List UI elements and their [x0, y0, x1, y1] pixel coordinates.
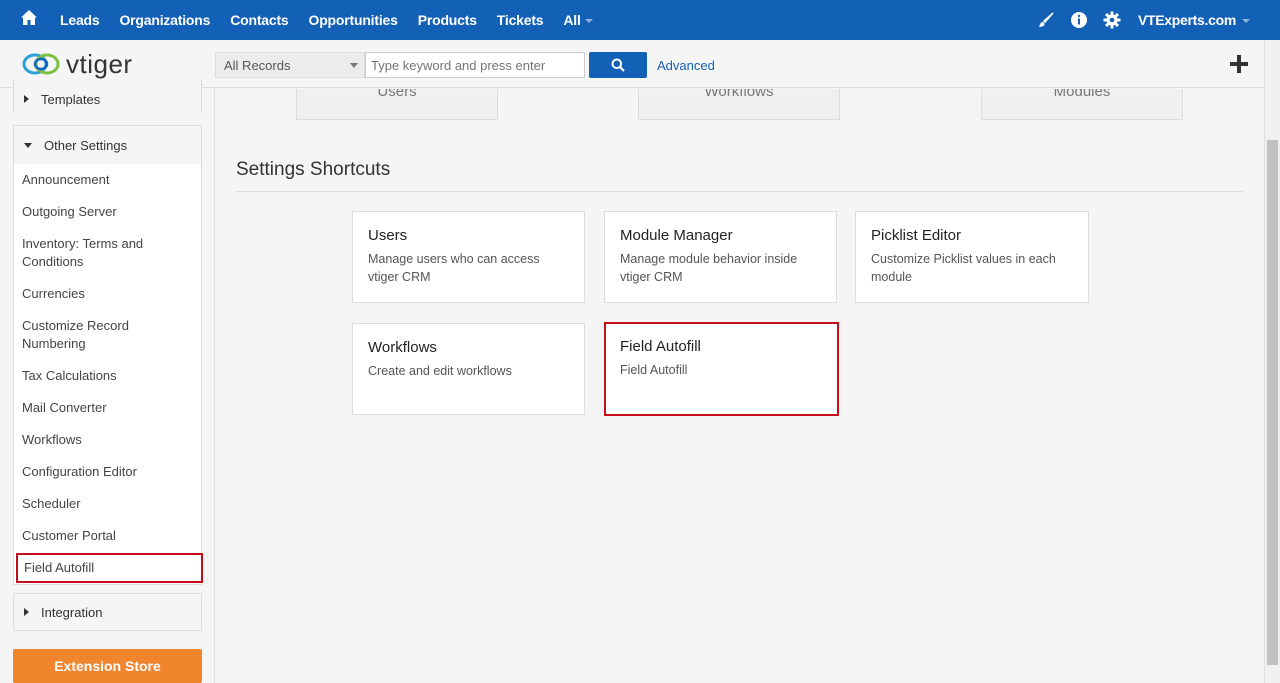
- nav-opportunities[interactable]: Opportunities: [309, 12, 398, 28]
- shortcut-picklist-editor[interactable]: Picklist Editor Customize Picklist value…: [855, 211, 1089, 303]
- nav-right-tools: VTExperts.com: [1023, 0, 1250, 40]
- top-navbar: Leads Organizations Contacts Opportuniti…: [0, 0, 1280, 40]
- nav-products[interactable]: Products: [418, 12, 477, 28]
- nav-contacts[interactable]: Contacts: [230, 12, 288, 28]
- shortcut-description: Field Autofill: [620, 363, 688, 377]
- sidebar-item-inventory-terms[interactable]: Inventory: Terms and Conditions: [22, 235, 172, 271]
- sidebar-item-currencies[interactable]: Currencies: [22, 285, 85, 303]
- gear-icon[interactable]: [1102, 10, 1122, 30]
- shortcut-module-manager[interactable]: Module Manager Manage module behavior in…: [604, 211, 837, 303]
- extension-store-button[interactable]: Extension Store: [13, 649, 202, 683]
- nav-all[interactable]: All: [563, 12, 581, 28]
- global-search-input[interactable]: [365, 52, 585, 78]
- settings-main: Users Workflows Modules Settings Shortcu…: [216, 89, 1264, 683]
- sidebar-item-outgoing-server[interactable]: Outgoing Server: [22, 203, 117, 221]
- shortcut-title: Field Autofill: [620, 338, 701, 355]
- sidebar-item-workflows[interactable]: Workflows: [22, 431, 82, 449]
- record-type-select[interactable]: All Records: [215, 52, 365, 78]
- nav-tickets[interactable]: Tickets: [497, 12, 544, 28]
- sidebar-item-tax-calculations[interactable]: Tax Calculations: [22, 367, 117, 385]
- templates-header[interactable]: Templates: [14, 79, 201, 113]
- page-scrollbar[interactable]: [1264, 40, 1280, 683]
- shortcut-description: Manage users who can access vtiger CRM: [368, 252, 540, 284]
- templates-label: Templates: [41, 91, 101, 107]
- sidebar-item-configuration-editor[interactable]: Configuration Editor: [22, 463, 137, 481]
- search-icon: [611, 58, 625, 72]
- record-type-value: All Records: [224, 58, 291, 73]
- integration-panel: Integration: [13, 593, 202, 631]
- other-settings-header[interactable]: Other Settings: [14, 126, 201, 164]
- sidebar-item-field-autofill[interactable]: Field Autofill: [16, 553, 203, 583]
- collapsed-arrow-icon: [24, 608, 29, 616]
- vtiger-logo[interactable]: vtiger: [22, 47, 133, 81]
- settings-sidebar: Templates Other Settings Announcement Ou…: [0, 79, 215, 683]
- shortcut-description: Customize Picklist values in each module: [871, 252, 1056, 284]
- info-icon[interactable]: [1069, 10, 1089, 30]
- section-title: Settings Shortcuts: [236, 159, 391, 180]
- shortcut-title: Users: [368, 227, 408, 244]
- integration-header[interactable]: Integration: [14, 594, 201, 630]
- select-caret-icon: [350, 63, 358, 68]
- shortcut-users[interactable]: Users Manage users who can access vtiger…: [352, 211, 585, 303]
- other-settings-panel: Other Settings Announcement Outgoing Ser…: [13, 125, 203, 585]
- collapsed-arrow-icon: [24, 95, 29, 103]
- sidebar-item-scheduler[interactable]: Scheduler: [22, 495, 81, 513]
- templates-panel: Templates: [13, 79, 202, 113]
- top-card-modules[interactable]: Modules: [981, 89, 1183, 120]
- sidebar-item-mail-converter[interactable]: Mail Converter: [22, 399, 107, 417]
- chevron-down-icon[interactable]: [584, 19, 593, 23]
- home-icon[interactable]: [20, 9, 40, 29]
- advanced-search-link[interactable]: Advanced: [657, 58, 715, 73]
- search-button[interactable]: [589, 52, 647, 78]
- sidebar-item-customer-portal[interactable]: Customer Portal: [22, 527, 116, 545]
- scrollbar-thumb[interactable]: [1267, 140, 1278, 665]
- top-card-workflows[interactable]: Workflows: [638, 89, 840, 120]
- user-menu[interactable]: VTExperts.com: [1138, 12, 1236, 28]
- shortcut-workflows[interactable]: Workflows Create and edit workflows: [352, 323, 585, 415]
- shortcut-title: Picklist Editor: [871, 227, 962, 244]
- shortcut-field-autofill[interactable]: Field Autofill Field Autofill: [604, 322, 839, 416]
- section-divider: [236, 191, 1243, 192]
- shortcut-title: Workflows: [368, 339, 437, 356]
- brush-icon[interactable]: [1036, 10, 1056, 30]
- shortcut-description: Manage module behavior inside vtiger CRM: [620, 252, 798, 284]
- top-card-users[interactable]: Users: [296, 89, 498, 120]
- chevron-down-icon[interactable]: [1242, 19, 1250, 23]
- sidebar-item-announcement[interactable]: Announcement: [22, 171, 109, 189]
- nav-organizations[interactable]: Organizations: [119, 12, 210, 28]
- logo-text: vtiger: [66, 48, 133, 79]
- quick-create-plus-icon[interactable]: [1229, 54, 1249, 74]
- sidebar-item-customize-record-numbering[interactable]: Customize Record Numbering: [22, 317, 152, 353]
- shortcut-title: Module Manager: [620, 227, 733, 244]
- shortcut-description: Create and edit workflows: [368, 364, 512, 378]
- logo-icon: [22, 53, 60, 75]
- module-menu: Leads Organizations Contacts Opportuniti…: [60, 0, 593, 40]
- nav-leads[interactable]: Leads: [60, 12, 100, 28]
- expanded-arrow-icon: [24, 142, 32, 148]
- other-settings-label: Other Settings: [44, 137, 128, 153]
- integration-label: Integration: [41, 604, 103, 620]
